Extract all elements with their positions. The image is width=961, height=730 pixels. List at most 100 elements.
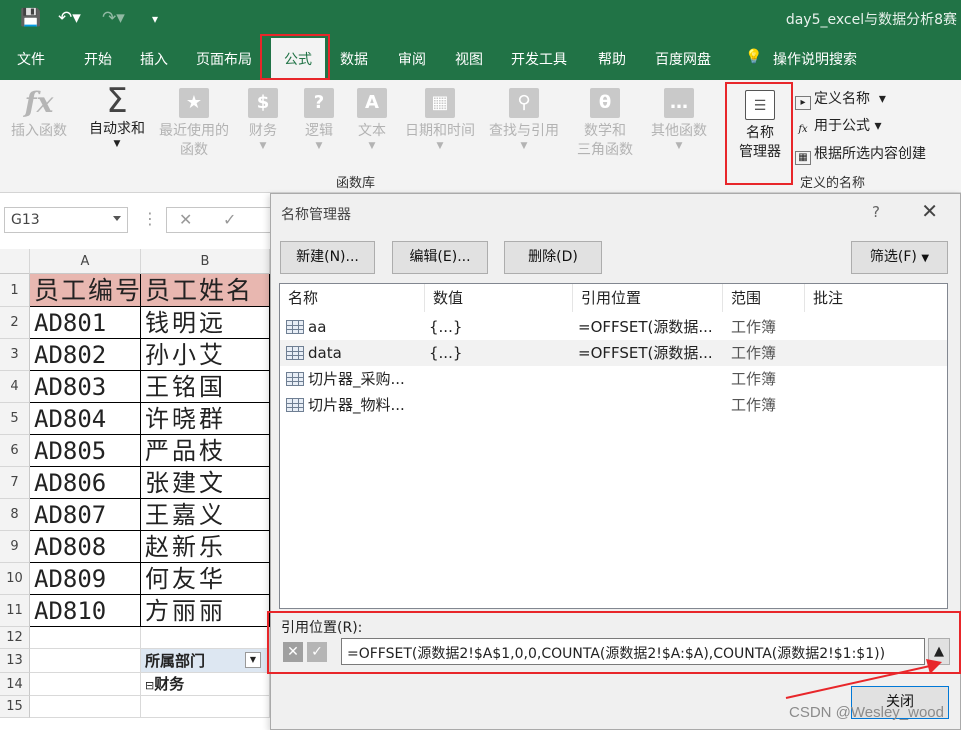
select-all-corner[interactable] [0, 249, 30, 274]
chevron-down-icon[interactable] [113, 216, 121, 221]
more-functions-button[interactable]: … 其他函数 ▼ [646, 88, 712, 151]
undo-icon[interactable]: ↶▾ [58, 8, 81, 28]
employee-name-cell[interactable]: 王铭国 [141, 371, 270, 403]
employee-id-cell[interactable]: AD807 [30, 499, 141, 531]
empty-cell[interactable] [30, 696, 141, 718]
tab-view[interactable]: 视图 [455, 49, 483, 69]
col-refers-to-header[interactable]: 引用位置 [573, 284, 723, 312]
tab-help[interactable]: 帮助 [598, 49, 626, 69]
row-header[interactable]: 11 [0, 595, 30, 627]
enter-check-icon[interactable]: ✓ [223, 210, 236, 229]
name-manager-button[interactable]: ☰ 名称 管理器 [729, 90, 791, 162]
employee-id-cell[interactable]: AD809 [30, 563, 141, 595]
column-header-b[interactable]: B [141, 249, 270, 274]
row-header[interactable]: 14 [0, 673, 30, 696]
drag-handle-icon[interactable]: ⋮ [142, 209, 158, 228]
tab-formulas[interactable]: 公式 [271, 38, 325, 80]
employee-name-cell[interactable]: 张建文 [141, 467, 270, 499]
pivot-field-header[interactable]: 所属部门 ▼ [141, 649, 270, 673]
col-name-header[interactable]: 名称 [280, 284, 425, 312]
empty-cell[interactable] [141, 696, 270, 718]
employee-name-cell[interactable]: 赵新乐 [141, 531, 270, 563]
employee-name-cell[interactable]: 方丽丽 [141, 595, 270, 627]
logical-button[interactable]: ? 逻辑 ▼ [296, 88, 342, 151]
use-in-formula-button[interactable]: fx 用于公式 ▾ [795, 115, 881, 138]
row-header[interactable]: 3 [0, 339, 30, 371]
tab-baidu-netdisk[interactable]: 百度网盘 [655, 49, 711, 69]
tab-page-layout[interactable]: 页面布局 [196, 49, 252, 69]
define-name-button[interactable]: ▸ 定义名称 ▾ [795, 88, 886, 110]
employee-id-cell[interactable]: AD805 [30, 435, 141, 467]
redo-icon[interactable]: ↷▾ [102, 8, 125, 28]
close-icon[interactable]: ✕ [921, 199, 938, 223]
name-box[interactable]: G13 [4, 207, 128, 233]
row-header[interactable]: 15 [0, 696, 30, 718]
tab-data[interactable]: 数据 [340, 49, 368, 69]
pivot-item[interactable]: ⊟财务 [141, 673, 270, 696]
header-cell[interactable]: 员工编号 [30, 274, 141, 307]
empty-cell[interactable] [30, 649, 141, 673]
col-comment-header[interactable]: 批注 [805, 284, 947, 312]
employee-id-cell[interactable]: AD803 [30, 371, 141, 403]
name-row[interactable]: 切片器_物料... 工作簿 [280, 392, 947, 418]
employee-id-cell[interactable]: AD802 [30, 339, 141, 371]
col-scope-header[interactable]: 范围 [723, 284, 805, 312]
create-from-selection-button[interactable]: ▦ 根据所选内容创建 [795, 143, 926, 165]
employee-name-cell[interactable]: 许晓群 [141, 403, 270, 435]
row-header[interactable]: 4 [0, 371, 30, 403]
row-header[interactable]: 9 [0, 531, 30, 563]
col-value-header[interactable]: 数值 [425, 284, 573, 312]
row-header[interactable]: 8 [0, 499, 30, 531]
name-row[interactable]: 切片器_采购... 工作簿 [280, 366, 947, 392]
insert-function-button[interactable]: fx 插入函数 [6, 88, 72, 141]
filter-dropdown-icon[interactable]: ▼ [245, 652, 261, 668]
name-row[interactable]: data {...} =OFFSET(源数据... 工作簿 [280, 340, 947, 366]
cancel-icon[interactable]: ✕ [179, 210, 192, 229]
autosum-button[interactable]: Σ 自动求和 ▼ [84, 84, 150, 149]
name-row[interactable]: aa {...} =OFFSET(源数据... 工作簿 [280, 314, 947, 340]
customize-toolbar-icon[interactable]: ▾ [152, 12, 158, 26]
row-header[interactable]: 7 [0, 467, 30, 499]
employee-name-cell[interactable]: 王嘉义 [141, 499, 270, 531]
collapse-minus-icon[interactable]: ⊟ [145, 679, 154, 692]
employee-name-cell[interactable]: 钱明远 [141, 307, 270, 339]
employee-id-cell[interactable]: AD808 [30, 531, 141, 563]
math-trig-button[interactable]: θ 数学和 三角函数 [568, 88, 642, 160]
row-header[interactable]: 1 [0, 274, 30, 307]
employee-name-cell[interactable]: 孙小艾 [141, 339, 270, 371]
tab-home[interactable]: 开始 [84, 49, 112, 69]
empty-cell[interactable] [30, 673, 141, 696]
employee-name-cell[interactable]: 严品枝 [141, 435, 270, 467]
tell-me-search[interactable]: 操作说明搜索 [773, 49, 857, 69]
header-cell[interactable]: 员工姓名 [141, 274, 270, 307]
row-header[interactable]: 13 [0, 649, 30, 673]
row-header[interactable]: 5 [0, 403, 30, 435]
column-header-a[interactable]: A [30, 249, 141, 274]
delete-button[interactable]: 删除(D) [504, 241, 602, 274]
row-header[interactable]: 12 [0, 627, 30, 649]
row-header[interactable]: 2 [0, 307, 30, 339]
cancel-edit-icon[interactable]: ✕ [283, 642, 303, 662]
tab-insert[interactable]: 插入 [140, 49, 168, 69]
text-button[interactable]: A 文本 ▼ [350, 88, 394, 151]
employee-id-cell[interactable]: AD801 [30, 307, 141, 339]
financial-button[interactable]: $ 财务 ▼ [240, 88, 286, 151]
tab-review[interactable]: 审阅 [398, 49, 426, 69]
employee-id-cell[interactable]: AD804 [30, 403, 141, 435]
tab-file[interactable]: 文件 [17, 49, 45, 69]
employee-id-cell[interactable]: AD810 [30, 595, 141, 627]
employee-name-cell[interactable]: 何友华 [141, 563, 270, 595]
row-header[interactable]: 6 [0, 435, 30, 467]
row-header[interactable]: 10 [0, 563, 30, 595]
new-button[interactable]: 新建(N)... [280, 241, 375, 274]
lookup-button[interactable]: ⚲ 查找与引用 ▼ [484, 88, 564, 151]
datetime-button[interactable]: ▦ 日期和时间 ▼ [400, 88, 480, 151]
save-icon[interactable]: 💾 [20, 8, 41, 28]
empty-cell[interactable] [141, 627, 270, 649]
tab-developer[interactable]: 开发工具 [511, 49, 567, 69]
confirm-edit-icon[interactable]: ✓ [307, 642, 327, 662]
recent-functions-button[interactable]: ★ 最近使用的 函数 [154, 88, 234, 160]
empty-cell[interactable] [30, 627, 141, 649]
help-button[interactable]: ? [872, 203, 880, 221]
edit-button[interactable]: 编辑(E)... [392, 241, 488, 274]
